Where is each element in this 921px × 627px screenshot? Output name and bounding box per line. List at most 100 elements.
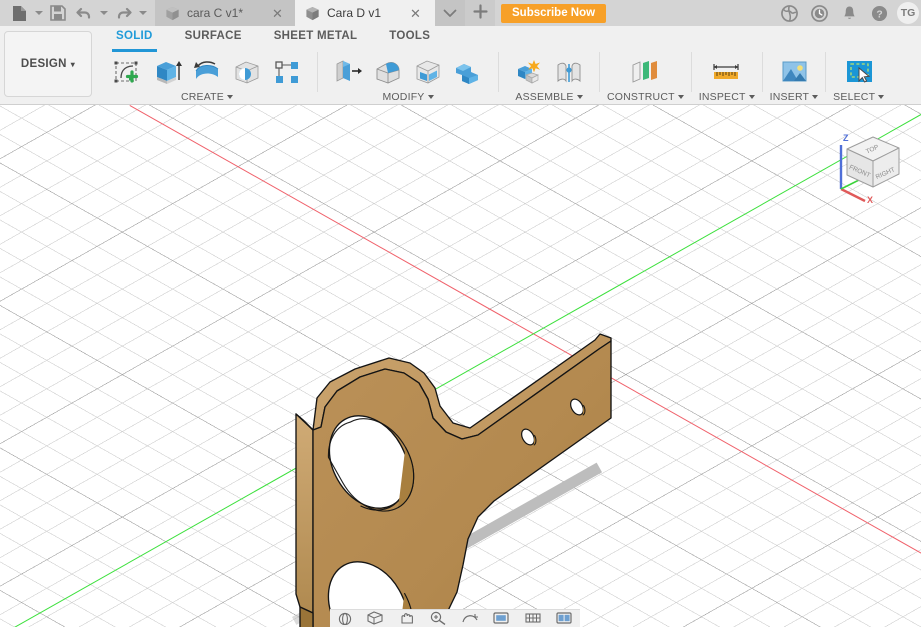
panel-create: CREATE [100, 50, 314, 103]
tab-solid[interactable]: SOLID [100, 26, 169, 52]
zoom-icon[interactable] [429, 611, 447, 625]
x-axis-indicator [840, 187, 866, 203]
panel-inspect-title[interactable]: INSPECT [699, 91, 755, 103]
chevron-down-icon [138, 11, 147, 15]
chevron-down-icon [576, 95, 583, 99]
panel-select-title[interactable]: SELECT [833, 91, 885, 103]
offset-plane-icon[interactable] [628, 56, 662, 90]
pan-icon[interactable] [398, 611, 416, 625]
quick-access-toolbar [0, 0, 149, 26]
viewport-layout-icon[interactable] [555, 611, 573, 625]
panel-modify: MODIFY [321, 50, 495, 103]
revolve-icon[interactable] [190, 56, 224, 90]
press-pull-icon[interactable] [331, 56, 365, 90]
panel-construct-title[interactable]: CONSTRUCT [607, 91, 684, 103]
joint-icon[interactable] [552, 56, 586, 90]
shell-icon[interactable] [411, 56, 445, 90]
title-bar: cara C v1* ✕ Cara D v1 ✕ Subscribe Now ?… [0, 0, 921, 26]
tab-sheet-metal[interactable]: SHEET METAL [258, 26, 374, 48]
combine-icon[interactable] [451, 56, 485, 90]
tab-solid-label: SOLID [116, 30, 153, 42]
job-status-clock-icon[interactable] [805, 0, 833, 26]
ribbon-tab-bar: SOLID SURFACE SHEET METAL TOOLS [100, 26, 446, 52]
panel-assemble-title[interactable]: ASSEMBLE [515, 91, 583, 103]
create-sketch-icon[interactable] [110, 56, 144, 90]
fillet-icon[interactable] [371, 56, 405, 90]
panel-modify-title[interactable]: MODIFY [382, 91, 434, 103]
tab-tools-label: TOOLS [389, 30, 431, 42]
measure-icon[interactable] [710, 56, 744, 90]
navigation-bar [330, 609, 580, 627]
ribbon-panels: CREATE MODIFY ASSEMBLE CONSTRUCT INSPECT… [100, 50, 888, 104]
panel-inspect: INSPECT [695, 50, 759, 103]
undo-button[interactable] [71, 0, 97, 26]
document-cube-icon [306, 6, 319, 20]
panel-divider [825, 52, 827, 92]
fit-icon[interactable] [461, 611, 479, 625]
new-component-icon[interactable] [512, 56, 546, 90]
fusion360-window: cara C v1* ✕ Cara D v1 ✕ Subscribe Now ?… [0, 0, 921, 627]
select-cursor-icon[interactable] [842, 56, 876, 90]
new-document-button[interactable] [6, 0, 32, 26]
panel-divider [317, 52, 318, 92]
document-cube-icon [166, 6, 179, 20]
document-tab-close-icon[interactable]: ✕ [410, 7, 421, 20]
document-tab-label: Cara D v1 [327, 6, 382, 20]
new-document-caret[interactable] [32, 0, 45, 26]
redo-button[interactable] [110, 0, 136, 26]
tab-sheet-metal-label: SHEET METAL [273, 30, 358, 42]
panel-insert: INSERT [766, 50, 823, 103]
notifications-bell-icon[interactable] [835, 0, 863, 26]
panel-divider [498, 52, 499, 92]
tab-tools[interactable]: TOOLS [373, 26, 446, 48]
chevron-down-icon [812, 95, 819, 99]
look-at-icon[interactable] [366, 611, 384, 625]
insert-image-icon[interactable] [777, 56, 811, 90]
data-panel-icon[interactable] [775, 0, 803, 26]
panel-divider [761, 52, 763, 92]
view-cube[interactable]: Z X TOP FRONT RIGHT [829, 117, 907, 203]
document-tab-cara-c[interactable]: cara C v1* ✕ [155, 0, 295, 26]
panel-insert-title[interactable]: INSERT [770, 91, 819, 103]
viewcube-x-label: X [867, 195, 873, 203]
chevron-down-icon [748, 95, 755, 99]
tab-list-dropdown-button[interactable] [435, 0, 465, 26]
avatar[interactable]: TG [897, 2, 919, 24]
subscribe-now-button[interactable]: Subscribe Now [501, 3, 607, 23]
pattern-icon[interactable] [270, 56, 304, 90]
panel-select: SELECT [829, 50, 888, 103]
document-tab-close-icon[interactable]: ✕ [272, 7, 283, 20]
panel-assemble: ASSEMBLE [502, 50, 596, 103]
new-tab-button[interactable] [465, 0, 495, 26]
panel-create-title[interactable]: CREATE [181, 91, 233, 103]
workspace-label: DESIGN ▾ [20, 58, 76, 70]
viewport-canvas[interactable]: Z X TOP FRONT RIGHT [0, 105, 921, 627]
panel-divider [599, 52, 600, 92]
viewcube-z-label: Z [843, 133, 849, 143]
sphere-icon[interactable] [230, 56, 264, 90]
workspace-switcher[interactable]: DESIGN ▾ [4, 31, 92, 97]
help-question-icon[interactable]: ? [865, 0, 893, 26]
chevron-down-icon [34, 11, 43, 15]
ribbon: DESIGN▾ SOLID SURFACE SHEET METAL TOOLS [0, 26, 921, 105]
chevron-down-icon [677, 95, 684, 99]
chevron-down-icon [443, 9, 457, 17]
display-settings-icon[interactable] [492, 611, 510, 625]
chevron-down-icon [427, 95, 434, 99]
extrude-icon[interactable] [150, 56, 184, 90]
undo-caret[interactable] [97, 0, 110, 26]
tab-surface-label: SURFACE [184, 30, 242, 42]
chevron-down-icon [227, 95, 233, 99]
bracket-left-thickness [295, 413, 314, 614]
chevron-down-icon [878, 95, 885, 99]
tab-surface[interactable]: SURFACE [169, 26, 258, 48]
plus-icon [472, 4, 488, 19]
chevron-down-icon [99, 11, 108, 15]
orbit-icon[interactable] [337, 611, 353, 625]
save-button[interactable] [45, 0, 71, 26]
grid-settings-icon[interactable] [524, 611, 542, 625]
bracket-body[interactable] [0, 105, 921, 627]
redo-caret[interactable] [136, 0, 149, 26]
document-tab-cara-d[interactable]: Cara D v1 ✕ [295, 0, 435, 26]
document-tab-label: cara C v1* [187, 6, 244, 20]
